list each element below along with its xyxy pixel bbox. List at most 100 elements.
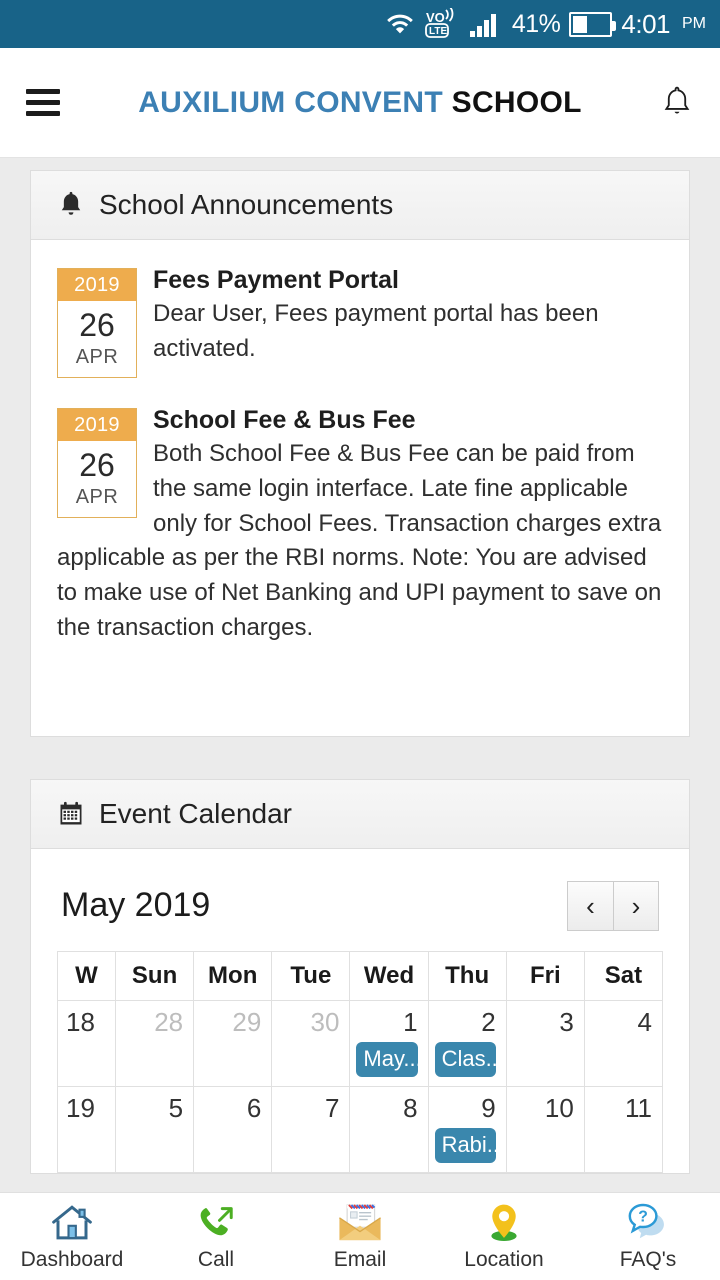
announcement-year: 2019: [58, 409, 136, 441]
calendar-day-cell[interactable]: 2 Clas...: [427, 999, 507, 1087]
announcements-card: School Announcements 2019 26 APR Fees Pa…: [30, 170, 690, 737]
announcement-title: School Fee & Bus Fee: [153, 406, 416, 434]
volte-bottom-label: LTE: [429, 26, 447, 37]
battery-icon: [569, 11, 617, 37]
calendar-event-chip[interactable]: May...: [356, 1041, 418, 1077]
calendar-nav: ‹ ›: [567, 880, 659, 931]
nav-label-dashboard: Dashboard: [20, 1247, 124, 1271]
calendar-day-number: 1: [403, 1006, 418, 1037]
calendar-day-cell[interactable]: 11: [583, 1085, 664, 1173]
main-scroll-area[interactable]: School Announcements 2019 26 APR Fees Pa…: [0, 158, 720, 1192]
calendar-col-header: W: [57, 950, 116, 1001]
announcement-month: APR: [75, 486, 119, 508]
calendar-day-number: 6: [246, 1092, 262, 1123]
page-title: AUXILIUM CONVENT SCHOOL: [0, 86, 720, 120]
announcement-item[interactable]: 2019 26 APR School Fee & Bus Fee Both Sc…: [57, 402, 663, 646]
calendar-day-number: 28: [154, 1006, 184, 1037]
volte-icon: VO LTE: [424, 8, 460, 40]
nav-label-faqs: FAQ's: [619, 1247, 677, 1271]
calendar-day-number: 10: [544, 1092, 574, 1123]
app-title-secondary: SCHOOL: [451, 85, 582, 119]
calendar-day-cell[interactable]: 6: [193, 1085, 273, 1173]
event-calendar-body: May 2019 ‹ › W Sun Mon Tue Wed Thu Fri S…: [31, 849, 689, 1173]
calendar-month-label: May 2019: [61, 886, 211, 925]
calendar-day-cell[interactable]: 7: [271, 1085, 351, 1173]
announcement-day: 26: [79, 307, 115, 343]
phone-icon: [200, 1206, 233, 1235]
calendar-day-cell[interactable]: 8: [349, 1085, 429, 1173]
calendar-day-cell[interactable]: 10: [505, 1085, 585, 1173]
calendar-day-number: 9: [481, 1092, 496, 1123]
calendar-col-header: Sat: [583, 950, 664, 1001]
app-header: AUXILIUM CONVENT SCHOOL: [0, 48, 720, 158]
calendar-day-number: 29: [232, 1006, 262, 1037]
announcement-text: Both School Fee & Bus Fee can be paid fr…: [57, 440, 662, 641]
nav-item-dashboard[interactable]: Dashboard: [0, 1202, 144, 1272]
battery-percent-label: 41%: [511, 9, 561, 38]
calendar-day-number: 7: [324, 1092, 340, 1123]
calendar-col-header: Mon: [193, 950, 273, 1001]
volte-top-label: VO: [426, 10, 445, 25]
announcements-title: School Announcements: [99, 189, 394, 220]
calendar-day-number: 8: [403, 1092, 418, 1123]
announcement-item[interactable]: 2019 26 APR Fees Payment Portal Dear Use…: [57, 262, 663, 380]
nav-item-email[interactable]: Email: [288, 1202, 432, 1272]
announcement-year: 2019: [58, 269, 136, 301]
calendar-next-button[interactable]: ›: [613, 880, 659, 931]
bottom-navigation: Dashboard Call Email Location ? FAQ's: [0, 1192, 720, 1280]
calendar-event-chip[interactable]: Clas...: [434, 1041, 496, 1077]
calendar-day-cell[interactable]: 29: [193, 999, 273, 1087]
calendar-day-cell[interactable]: 4: [583, 999, 664, 1087]
signal-bars-icon: [469, 10, 503, 38]
calendar-event-chip[interactable]: Rabi...: [434, 1127, 496, 1163]
event-calendar-title: Event Calendar: [99, 797, 293, 829]
calendar-header-row: W Sun Mon Tue Wed Thu Fri Sat: [57, 950, 664, 1001]
wifi-icon: [385, 10, 415, 38]
nav-item-location[interactable]: Location: [432, 1202, 576, 1272]
announcement-date-badge: 2019 26 APR: [57, 268, 137, 378]
calendar-week-number: 19: [57, 1085, 116, 1173]
map-pin-icon: [491, 1204, 517, 1241]
announcement-title: Fees Payment Portal: [153, 266, 399, 294]
nav-item-call[interactable]: Call: [144, 1202, 288, 1272]
announcement-month: APR: [75, 346, 119, 368]
calendar-day-cell[interactable]: 1 May...: [349, 999, 429, 1087]
calendar-day-cell[interactable]: 9 Rabi...: [427, 1085, 507, 1173]
calendar-day-number: 30: [310, 1006, 340, 1037]
calendar-day-number: 2: [481, 1006, 496, 1037]
nav-label-email: Email: [333, 1247, 387, 1271]
announcements-card-header: School Announcements: [31, 171, 689, 240]
calendar-day-cell[interactable]: 30: [271, 999, 351, 1087]
nav-label-location: Location: [464, 1247, 544, 1271]
calendar-col-header: Sun: [114, 950, 195, 1001]
announcements-list: 2019 26 APR Fees Payment Portal Dear Use…: [31, 240, 689, 736]
announcement-day: 26: [79, 447, 115, 483]
announcement-text: Dear User, Fees payment portal has been …: [153, 300, 599, 362]
app-title-primary: AUXILIUM CONVENT: [138, 85, 444, 119]
status-bar: VO LTE 41% 4:01 PM: [0, 0, 720, 48]
home-icon: [52, 1205, 92, 1239]
calendar-week-number: 18: [57, 999, 116, 1087]
clock-ampm: PM: [682, 15, 706, 32]
calendar-prev-button[interactable]: ‹: [567, 880, 613, 931]
calendar-day-cell[interactable]: 3: [505, 999, 585, 1087]
envelope-icon: [339, 1203, 381, 1240]
hamburger-menu-icon[interactable]: [26, 89, 60, 116]
calendar-day-number: 3: [559, 1006, 574, 1037]
bell-icon: [61, 191, 81, 215]
calendar-col-header: Tue: [271, 950, 351, 1001]
calendar-day-number: 4: [637, 1006, 652, 1037]
event-calendar-card: Event Calendar May 2019 ‹ › W Sun Mon Tu…: [30, 778, 690, 1174]
nav-item-faqs[interactable]: ? FAQ's: [576, 1202, 720, 1272]
calendar-day-number: 5: [168, 1092, 184, 1123]
calendar-day-cell[interactable]: 28: [114, 999, 195, 1087]
calendar-body: 18 28 29 30 1 May... 2 Clas... 3 4 19 5 6 7 8 9 Rabi... 1…: [57, 999, 664, 1173]
calendar-week-row: 18 28 29 30 1 May... 2 Clas... 3 4: [57, 999, 664, 1087]
bell-icon[interactable]: [660, 84, 694, 122]
svg-text:?: ?: [638, 1208, 648, 1225]
calendar-day-cell[interactable]: 5: [114, 1085, 195, 1173]
calendar-col-header: Fri: [505, 950, 585, 1001]
question-speech-bubble-icon: ?: [628, 1203, 664, 1238]
clock-time: 4:01: [621, 8, 670, 39]
calendar-icon: [60, 801, 82, 825]
